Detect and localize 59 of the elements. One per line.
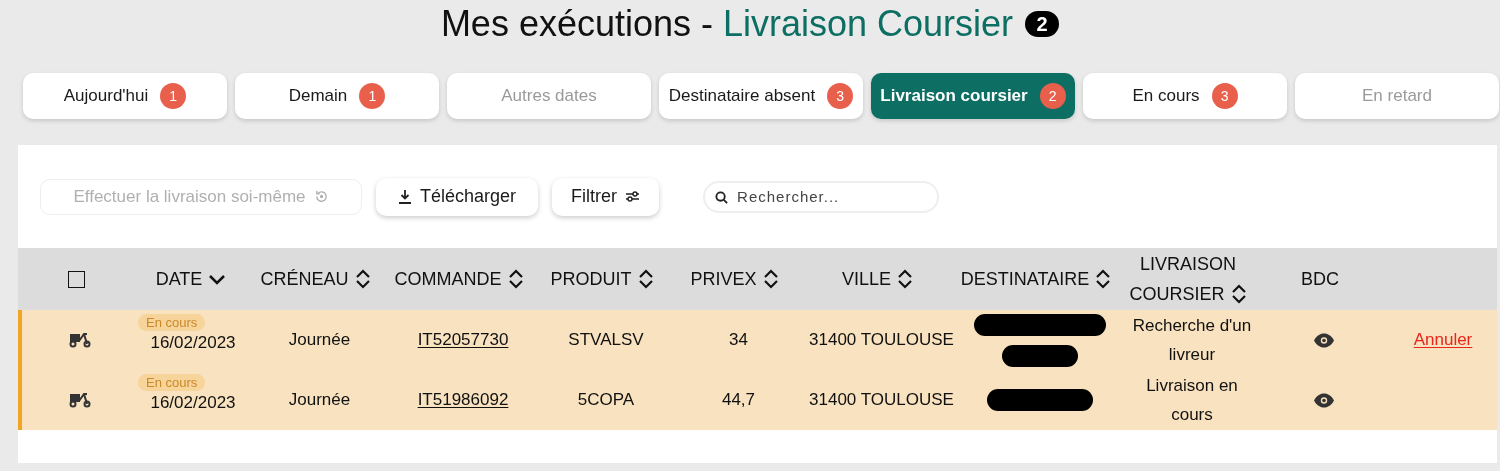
table-cell-text: 16/02/2023 <box>150 392 236 415</box>
page-title: Mes exécutions - Livraison Coursier <box>440 2 1014 46</box>
table-cell-text: 31400 TOULOUSE <box>809 329 954 352</box>
count-badge: 2 <box>1025 11 1060 37</box>
table-cell-text: STVALSV <box>568 329 644 352</box>
search-field[interactable]: Rechercher... <box>703 180 940 213</box>
status-badge: En cours <box>138 314 206 331</box>
eye-icon[interactable] <box>1313 392 1335 408</box>
filter-tab[interactable]: Aujourd'hui 1 <box>23 73 227 119</box>
count-badge: 3 <box>1211 83 1238 109</box>
select-all-checkbox[interactable] <box>67 270 85 288</box>
download-icon <box>398 189 412 204</box>
table-cell-text: Livraison en cours <box>1145 375 1239 426</box>
filter-tab[interactable]: Destinataire absent 3 <box>659 73 863 119</box>
sliders-icon <box>625 190 641 203</box>
table-cell-text: 16/02/2023 <box>150 332 236 355</box>
scooter-icon <box>68 332 92 348</box>
filter-tab[interactable]: En cours 3 <box>1083 73 1287 119</box>
filter-tab[interactable]: Livraison coursier 2 <box>871 73 1075 119</box>
table-cell-text: 31400 TOULOUSE <box>809 389 954 412</box>
column-header: DESTINATAIRE <box>960 267 1090 291</box>
sort-icon[interactable] <box>762 269 779 289</box>
download-button[interactable]: Télécharger <box>376 177 539 216</box>
count-badge: 2 <box>1039 83 1066 109</box>
cancel-link[interactable]: Annuler <box>1413 327 1473 353</box>
eye-icon[interactable] <box>1313 332 1335 348</box>
sort-icon[interactable] <box>637 269 654 289</box>
column-header: CRÉNEAU <box>260 267 349 291</box>
filter-tab[interactable]: Demain 1 <box>235 73 439 119</box>
history-icon <box>313 189 329 204</box>
column-header: COMMANDE <box>394 267 502 291</box>
order-link[interactable]: IT51986092 <box>417 387 509 413</box>
count-badge: 1 <box>160 83 187 109</box>
sort-icon[interactable] <box>507 269 524 289</box>
sort-icon[interactable] <box>1230 284 1247 304</box>
count-badge: 3 <box>827 83 854 109</box>
table-cell-text: Recherche d'un livreur <box>1131 315 1253 366</box>
scooter-icon <box>68 392 92 408</box>
table-cell-text: Journée <box>288 329 351 352</box>
sort-icon[interactable] <box>897 269 913 289</box>
chevron-down-icon[interactable] <box>208 273 227 285</box>
sort-icon[interactable] <box>1095 269 1112 289</box>
search-icon <box>715 190 729 204</box>
count-badge: 1 <box>359 83 386 109</box>
table-cell-text: 44,7 <box>721 389 756 412</box>
table-cell-text: 5COPA <box>577 389 635 412</box>
column-header: VILLE <box>841 267 891 291</box>
table-cell-text: 34 <box>729 329 748 352</box>
filter-button[interactable]: Filtrer <box>552 177 660 216</box>
column-header: LIVRAISON <box>1139 253 1236 276</box>
sort-icon[interactable] <box>354 269 371 289</box>
column-header: COURSIER <box>1129 283 1225 306</box>
column-header: PRIVEX <box>690 267 757 291</box>
status-badge: En cours <box>138 374 206 391</box>
table-cell-text: Journée <box>288 389 351 412</box>
column-header: BDC <box>1301 267 1339 291</box>
column-header: PRODUIT <box>550 267 632 291</box>
column-header: DATE <box>155 267 203 291</box>
order-link[interactable]: IT52057730 <box>417 327 509 353</box>
